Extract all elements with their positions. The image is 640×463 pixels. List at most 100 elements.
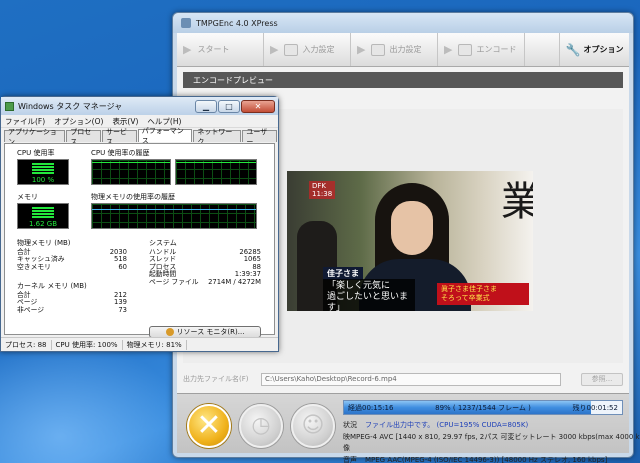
start-button[interactable]: ▶ スタート xyxy=(177,33,264,66)
cpu-usage-value: 100 % xyxy=(31,176,55,184)
timer-button[interactable]: ◷ xyxy=(239,404,283,448)
tab-applications[interactable]: アプリケーション xyxy=(4,128,66,146)
option-label: オプション xyxy=(583,45,624,54)
memory-value: 1.62 GB xyxy=(28,220,58,228)
maximize-icon: □ xyxy=(225,101,233,111)
system-stats: システム ハンドル 26285 スレッド 1065 プロセス 88 起動時間 1:39:… xyxy=(149,239,261,287)
cpu-history-graph-2 xyxy=(175,159,257,185)
play-arrow-icon: ▶ xyxy=(444,43,453,56)
close-button[interactable]: ✕ xyxy=(241,99,275,113)
encode-label: エンコード xyxy=(476,45,517,54)
task-manager-window: Windows タスク マネージャ ▁ □ ✕ ファイル(F) オプション(O)… xyxy=(0,96,279,352)
tab-users[interactable]: ユーザー xyxy=(242,128,277,146)
cpu-usage-meter: 100 % xyxy=(17,159,69,185)
cpu-history-line xyxy=(176,162,256,163)
memory-history-line xyxy=(92,209,256,210)
encode-preview-label: エンコードプレビュー xyxy=(193,75,273,85)
encode-preview-header: エンコードプレビュー xyxy=(183,72,623,88)
tmpgenc-titlebar[interactable]: TMPGEnc 4.0 XPress xyxy=(173,13,633,33)
cpu-history-graph-1 xyxy=(91,159,171,185)
menu-options[interactable]: オプション(O) xyxy=(54,116,103,127)
memory-history-grid xyxy=(92,204,256,228)
memory-history-label: 物理メモリの使用率の履歴 xyxy=(91,193,175,201)
input-settings-button[interactable]: ▶ 入力設定 xyxy=(264,33,351,66)
minimize-icon: ▁ xyxy=(202,101,210,111)
cpu-history-grid xyxy=(176,160,256,184)
info-key: 音声 xyxy=(343,455,357,463)
wrench-icon: 🔧 xyxy=(565,42,581,57)
output-file-row: 出力先ファイル名(F) C:\Users\Kaho\Desktop\Record… xyxy=(183,371,623,387)
tab-network[interactable]: ネットワーク xyxy=(193,128,242,146)
stat-key: 非ページ xyxy=(17,305,45,314)
maximize-button[interactable]: □ xyxy=(218,99,240,113)
play-arrow-icon: ▶ xyxy=(357,43,366,56)
performance-panel: CPU 使用率 100 % CPU 使用率の履歴 メモリ 1.62 GB 物理メ… xyxy=(4,143,275,338)
task-manager-tabs: アプリケーション プロセス サービス パフォーマンス ネットワーク ユーザー xyxy=(1,127,278,146)
physical-memory-stats: 物理メモリ (MB) 合計 2030 キャッシュ済み 518 空きメモリ 60 xyxy=(17,239,127,271)
memory-meter: 1.62 GB xyxy=(17,203,69,229)
cpu-usage-bars xyxy=(32,163,54,174)
option-button[interactable]: 🔧 オプション xyxy=(559,33,629,66)
stat-value: 60 xyxy=(118,262,127,271)
task-manager-app-icon xyxy=(5,101,14,111)
output-file-label: 出力先ファイル名(F) xyxy=(183,375,249,383)
video-logo-text: DFK xyxy=(312,182,327,190)
output-file-path: C:\Users\Kaho\Desktop\Record-6.mp4 xyxy=(265,375,397,383)
menu-file[interactable]: ファイル(F) xyxy=(5,116,45,127)
video-girl-face xyxy=(391,201,433,255)
stat-value: 2714M / 4272M xyxy=(208,277,261,286)
menu-view[interactable]: 表示(V) xyxy=(112,116,138,127)
info-value-status: ファイル出力中です。 (CPU=195% CUDA=805K) xyxy=(365,421,529,429)
encode-button[interactable]: ▶ エンコード xyxy=(438,33,525,66)
info-row: 音声 MPEG AAC(MPEG-4 (ISO/IEC 14496-3)) [4… xyxy=(343,455,633,463)
task-manager-titlebar[interactable]: Windows タスク マネージャ ▁ □ ✕ xyxy=(1,97,278,115)
task-manager-title: Windows タスク マネージャ xyxy=(18,101,123,111)
video-time-text: 11:38 xyxy=(312,190,333,198)
memory-history-graph xyxy=(91,203,257,229)
kernel-memory-title: カーネル メモリ (MB) xyxy=(17,282,87,290)
minimize-button[interactable]: ▁ xyxy=(195,99,217,113)
cpu-history-line xyxy=(92,162,170,163)
tmpgenc-app-icon xyxy=(181,18,191,28)
progress-elapsed: 経過00:15:16 xyxy=(348,403,394,412)
memory-label: メモリ xyxy=(17,193,38,201)
encode-info: 状況 ファイル出力中です。 (CPU=195% CUDA=805K) 映像 MP… xyxy=(343,420,640,463)
info-value-video: MPEG-4 AVC [1440 x 810, 29.97 fps, 2パス 可… xyxy=(350,432,640,441)
user-icon: ☺ xyxy=(301,413,325,438)
play-arrow-icon: ▶ xyxy=(183,43,192,56)
task-manager-body: アプリケーション プロセス サービス パフォーマンス ネットワーク ユーザー C… xyxy=(1,127,278,338)
input-settings-label: 入力設定 xyxy=(302,45,335,54)
progress-remaining: 残り00:01:52 xyxy=(572,403,618,412)
info-value-audio: MPEG AAC(MPEG-4 (ISO/IEC 14496-3)) [4800… xyxy=(365,455,608,463)
tab-services[interactable]: サービス xyxy=(102,128,137,146)
menu-help[interactable]: ヘルプ(H) xyxy=(147,116,181,127)
cancel-button[interactable]: ✕ xyxy=(187,404,231,448)
tab-processes[interactable]: プロセス xyxy=(66,128,101,146)
frame-icon xyxy=(458,43,473,56)
cpu-history-label: CPU 使用率の履歴 xyxy=(91,149,150,157)
status-processes: プロセス: 88 xyxy=(1,339,52,350)
output-file-field[interactable]: C:\Users\Kaho\Desktop\Record-6.mp4 xyxy=(261,372,561,386)
video-red-caption-line2: そろって卒業式 xyxy=(441,294,490,302)
close-x-icon: ✕ xyxy=(196,408,222,443)
encode-control-panel: ✕ ◷ ☺ 経過00:15:16 89% ( 1237/1544 フレーム ) … xyxy=(177,393,640,463)
video-red-caption-line1: 眞子さま佳子さま xyxy=(441,285,497,293)
kernel-memory-stats: カーネル メモリ (MB) 合計 212 ページ 139 非ページ 73 xyxy=(17,282,127,314)
output-settings-button[interactable]: ▶ 出力設定 xyxy=(351,33,438,66)
stat-key: 空きメモリ xyxy=(17,262,51,271)
stat-value: 73 xyxy=(118,305,127,314)
shutdown-button[interactable]: ☺ xyxy=(291,404,335,448)
play-arrow-icon: ▶ xyxy=(270,43,279,56)
progress-text-row: 経過00:15:16 89% ( 1237/1544 フレーム ) 残り00:0… xyxy=(344,401,622,414)
tab-performance[interactable]: パフォーマンス xyxy=(137,127,193,145)
status-memory: 物理メモリ: 81% xyxy=(123,339,187,350)
video-banner-kanji: 業 xyxy=(501,179,533,225)
video-caption-line2: 過ごしたいと思います」 xyxy=(327,292,409,311)
output-settings-label: 出力設定 xyxy=(389,45,422,54)
stat-row: ページ ファイル 2714M / 4272M xyxy=(149,277,261,287)
physical-memory-title: 物理メモリ (MB) xyxy=(17,239,71,247)
film-icon xyxy=(284,43,299,56)
video-caption-line1: 「楽しく元気に xyxy=(327,281,391,291)
browse-button[interactable]: 参照... xyxy=(581,372,623,386)
